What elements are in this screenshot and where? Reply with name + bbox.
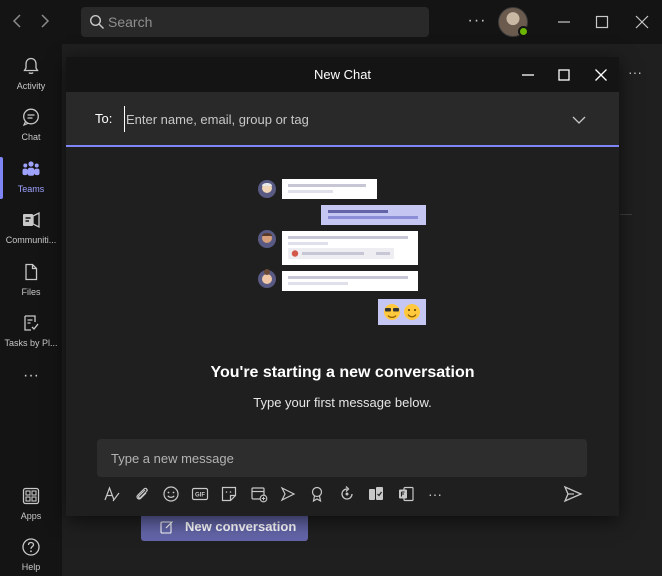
sticker-button[interactable]: [218, 483, 240, 505]
rail-item-files[interactable]: Files: [0, 256, 62, 306]
chevron-down-icon[interactable]: [571, 112, 587, 128]
chevron-left-icon[interactable]: [8, 11, 28, 31]
conversation-illustration: [258, 179, 426, 325]
sticker-icon: [221, 486, 237, 502]
schedule-meeting-button[interactable]: [248, 483, 270, 505]
forms-button[interactable]: [395, 483, 417, 505]
rail-item-apps[interactable]: Apps: [0, 480, 62, 530]
new-conversation-label: New conversation: [185, 519, 297, 534]
rail-item-communities[interactable]: Communiti...: [0, 204, 62, 254]
more-label: ···: [428, 486, 442, 502]
gif-label: GIF: [195, 493, 205, 499]
teams-window: ··· Activity Chat Teams Communiti...: [0, 0, 662, 576]
stream-button[interactable]: [277, 483, 299, 505]
help-icon: [22, 538, 40, 556]
maximize-button[interactable]: [590, 10, 614, 34]
approvals-icon: [369, 487, 383, 500]
presence-available-icon: [518, 26, 529, 37]
rail-item-tasks[interactable]: Tasks by Pl...: [0, 307, 62, 357]
search-input[interactable]: [108, 7, 423, 37]
recipient-bar: To:: [66, 92, 619, 147]
loop-button[interactable]: [336, 483, 358, 505]
bell-icon: [23, 57, 39, 74]
more-options-button[interactable]: ···: [628, 64, 642, 80]
rail-item-label: Files: [21, 287, 41, 297]
rail-item-teams[interactable]: Teams: [0, 153, 62, 203]
compose-toolbar: GIF ···: [66, 483, 619, 505]
stream-icon: [280, 486, 296, 502]
emoji-icon: [163, 486, 179, 502]
apps-icon: [22, 487, 40, 505]
format-icon: [104, 486, 120, 502]
paperclip-icon: [136, 487, 148, 500]
close-window-button[interactable]: [630, 10, 654, 34]
calendar-icon: [251, 487, 268, 503]
compose-icon: [160, 521, 173, 534]
praise-button[interactable]: [306, 483, 328, 505]
title-bar: ···: [0, 0, 662, 44]
more-apps-button[interactable]: ···: [20, 368, 42, 384]
praise-icon: [311, 486, 323, 503]
search-icon: [89, 14, 104, 29]
rail-item-label: Communiti...: [5, 235, 57, 245]
rail-item-label: Activity: [16, 81, 46, 91]
to-label: To:: [95, 111, 113, 126]
format-button[interactable]: [101, 483, 123, 505]
rail-item-activity[interactable]: Activity: [0, 50, 62, 100]
tasks-icon: [24, 315, 39, 331]
dialog-title-bar: New Chat: [66, 57, 619, 92]
send-icon[interactable]: [562, 483, 584, 505]
new-conversation-button[interactable]: New conversation: [141, 514, 308, 541]
app-bar: Activity Chat Teams Communiti... Files T…: [0, 44, 62, 576]
approvals-button[interactable]: [365, 483, 387, 505]
recipient-input[interactable]: [124, 106, 554, 132]
rail-item-help[interactable]: Help: [0, 531, 62, 576]
chevron-right-icon[interactable]: [34, 11, 54, 31]
empty-state-subtext: Type your first message below.: [253, 395, 432, 410]
rail-item-label: Chat: [21, 132, 41, 142]
communities-icon: [23, 211, 40, 229]
chat-icon: [22, 108, 39, 127]
minimize-button[interactable]: [552, 10, 576, 34]
file-icon: [25, 263, 38, 281]
settings-more-button[interactable]: ···: [466, 10, 488, 32]
more-options-button[interactable]: ···: [424, 483, 446, 505]
compose-box[interactable]: [97, 439, 587, 477]
new-chat-dialog: New Chat To: Enter name, email, group or…: [66, 57, 619, 516]
rail-item-label: Help: [21, 562, 41, 572]
rail-item-chat[interactable]: Chat: [0, 101, 62, 151]
gif-icon: GIF: [191, 487, 209, 501]
gif-button[interactable]: GIF: [189, 483, 211, 505]
dialog-maximize-button[interactable]: [554, 65, 574, 85]
teams-icon: [22, 161, 40, 176]
rail-item-label: Teams: [17, 184, 45, 194]
attach-button[interactable]: [131, 483, 153, 505]
message-input[interactable]: [111, 439, 571, 477]
loop-icon: [341, 486, 353, 500]
dialog-minimize-button[interactable]: [518, 65, 538, 85]
rail-item-label: Tasks by Pl...: [4, 338, 58, 348]
divider: [620, 214, 632, 215]
rail-item-label: Apps: [20, 511, 42, 521]
search-box[interactable]: [81, 7, 429, 37]
dialog-close-button[interactable]: [591, 65, 611, 85]
forms-icon: [399, 486, 414, 502]
empty-state-heading: You're starting a new conversation: [210, 364, 475, 381]
emoji-button[interactable]: [160, 483, 182, 505]
